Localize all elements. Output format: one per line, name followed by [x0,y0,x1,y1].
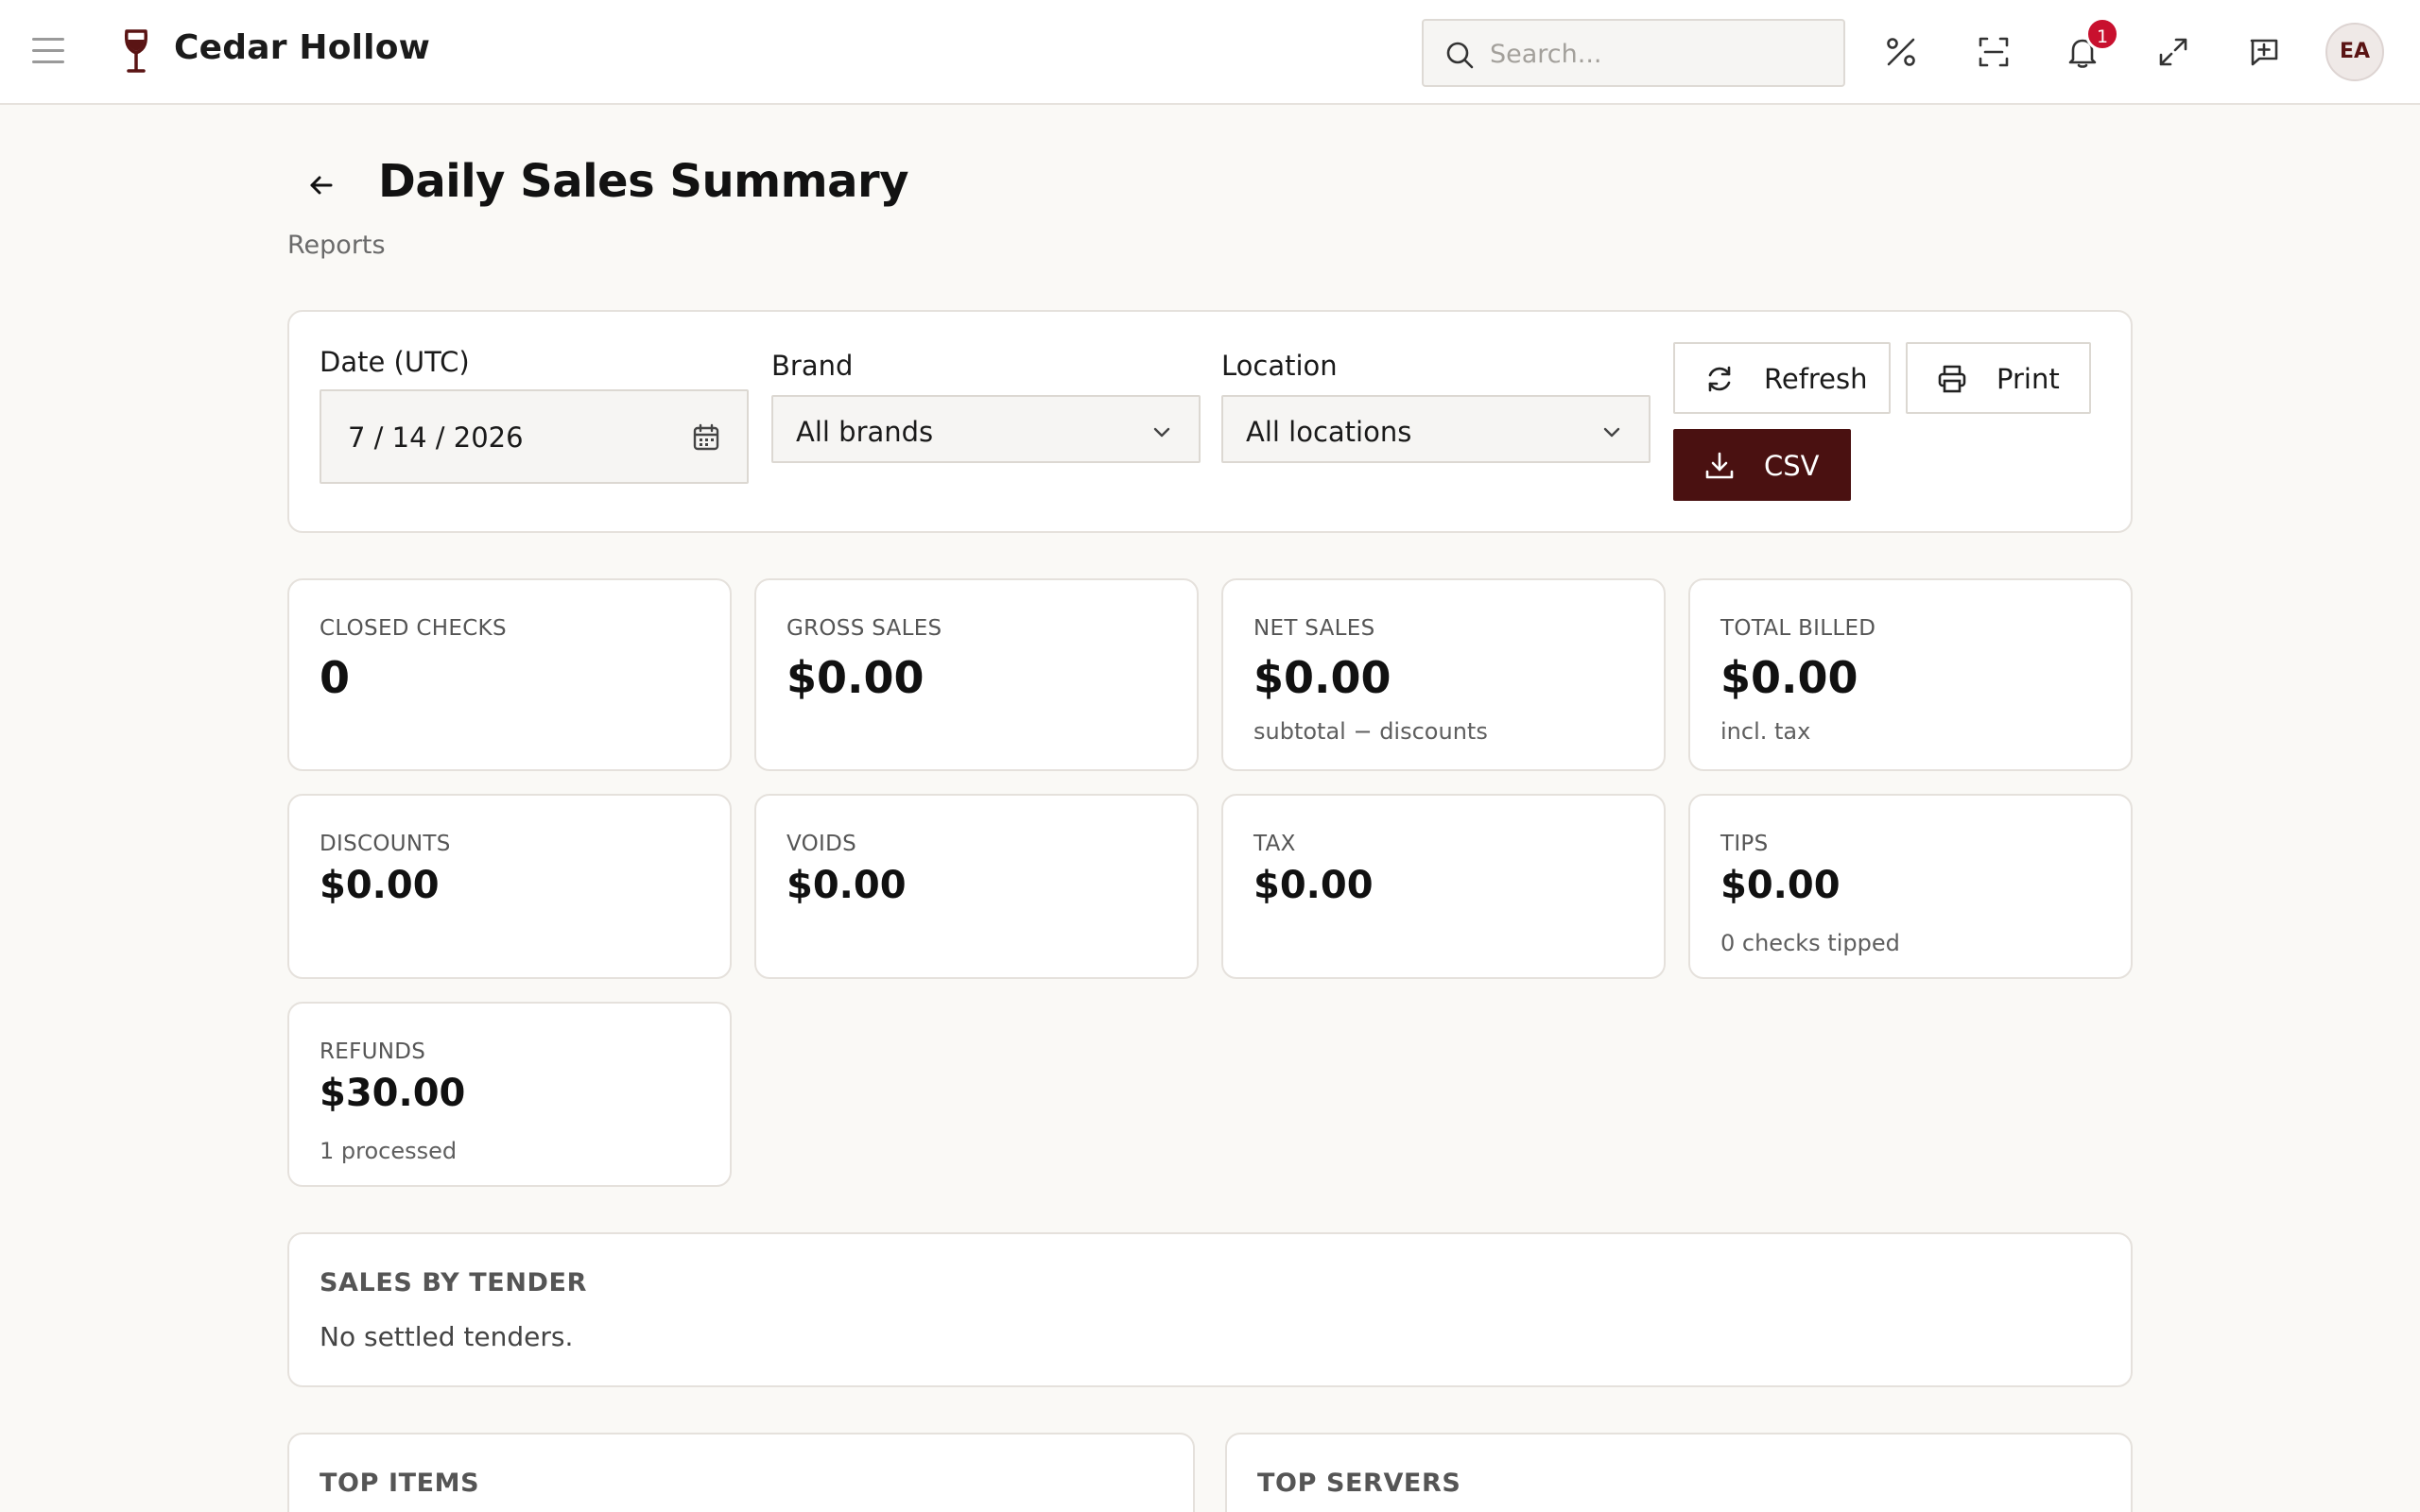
search-input[interactable] [1490,32,1830,76]
stat-net-sales: NET SALES $0.00 subtotal − discounts [1221,578,1666,771]
search-box[interactable] [1422,19,1845,87]
stat-label: TOTAL BILLED [1720,616,1876,641]
stat-closed-checks: CLOSED CHECKS 0 [287,578,732,771]
stat-value: $0.00 [786,652,925,703]
printer-icon [1938,365,1966,393]
filter-card: Date (UTC) 7 / 14 / 2026 Brand All brand… [287,310,2133,533]
top-items-card: TOP ITEMS [287,1433,1195,1512]
stat-label: DISCOUNTS [320,832,451,856]
stat-tax: TAX $0.00 [1221,794,1666,979]
section-title: SALES BY TENDER [320,1268,587,1297]
location-select-value: All locations [1246,416,1412,448]
section-title: TOP ITEMS [320,1469,480,1498]
csv-label: CSV [1764,450,1820,482]
chevron-down-icon [1153,427,1170,438]
brand-name[interactable]: Cedar Hollow [174,28,430,67]
search-icon [1446,42,1474,69]
print-button[interactable]: Print [1906,342,2091,414]
print-label: Print [1996,363,2060,395]
date-value: 7 / 14 / 2026 [348,421,524,454]
stat-note: 1 processed [320,1138,458,1164]
stat-label: VOIDS [786,832,857,856]
stat-label: CLOSED CHECKS [320,616,507,641]
stat-value: $0.00 [1720,652,1858,703]
date-input[interactable]: 7 / 14 / 2026 [320,389,749,484]
stat-label: TAX [1253,832,1296,856]
csv-download-button[interactable]: CSV [1673,429,1851,501]
refresh-button[interactable]: Refresh [1673,342,1891,414]
stat-value: $30.00 [320,1072,466,1115]
stat-value: $0.00 [786,864,907,907]
notification-badge: 1 [2085,17,2119,51]
stat-note: incl. tax [1720,718,1811,745]
location-label: Location [1221,350,1338,382]
stat-refunds: REFUNDS $30.00 1 processed [287,1002,732,1187]
stat-voids: VOIDS $0.00 [754,794,1199,979]
location-select[interactable]: All locations [1221,395,1651,463]
scan-icon[interactable] [1976,34,2012,70]
avatar[interactable]: EA [2325,23,2384,81]
brand-select-value: All brands [796,416,934,448]
stat-value: $0.00 [1720,864,1841,907]
stat-total-billed: TOTAL BILLED $0.00 incl. tax [1688,578,2133,771]
feedback-icon[interactable] [2246,34,2282,70]
section-title: TOP SERVERS [1257,1469,1461,1498]
stat-note: subtotal − discounts [1253,718,1488,745]
back-arrow-icon[interactable] [304,168,338,202]
stat-value: 0 [320,652,351,703]
stat-label: GROSS SALES [786,616,942,641]
brand-label: Brand [771,350,854,382]
chevron-down-icon [1603,427,1620,438]
expand-icon[interactable] [2155,34,2191,70]
stat-value: $0.00 [320,864,440,907]
stat-value: $0.00 [1253,652,1392,703]
stat-label: NET SALES [1253,616,1375,641]
empty-state-text: No settled tenders. [320,1321,574,1352]
refresh-icon [1708,366,1731,392]
date-label: Date (UTC) [320,346,470,378]
refresh-label: Refresh [1764,363,1868,395]
sales-by-tender-card: SALES BY TENDER No settled tenders. [287,1232,2133,1387]
download-icon [1705,452,1734,479]
stat-label: TIPS [1720,832,1769,856]
stat-gross-sales: GROSS SALES $0.00 [754,578,1199,771]
wine-glass-icon [124,29,148,73]
brand-select[interactable]: All brands [771,395,1201,463]
stat-value: $0.00 [1253,864,1374,907]
stat-discounts: DISCOUNTS $0.00 [287,794,732,979]
menu-icon[interactable] [32,38,64,68]
calendar-icon[interactable] [690,421,722,454]
percent-icon[interactable] [1883,34,1919,70]
top-servers-card: TOP SERVERS [1225,1433,2133,1512]
breadcrumb[interactable]: Reports [287,231,386,260]
stat-tips: TIPS $0.00 0 checks tipped [1688,794,2133,979]
top-bar: Cedar Hollow 1 EA [0,0,2420,105]
stat-note: 0 checks tipped [1720,930,1900,956]
page-title: Daily Sales Summary [378,155,909,208]
stat-label: REFUNDS [320,1040,426,1064]
